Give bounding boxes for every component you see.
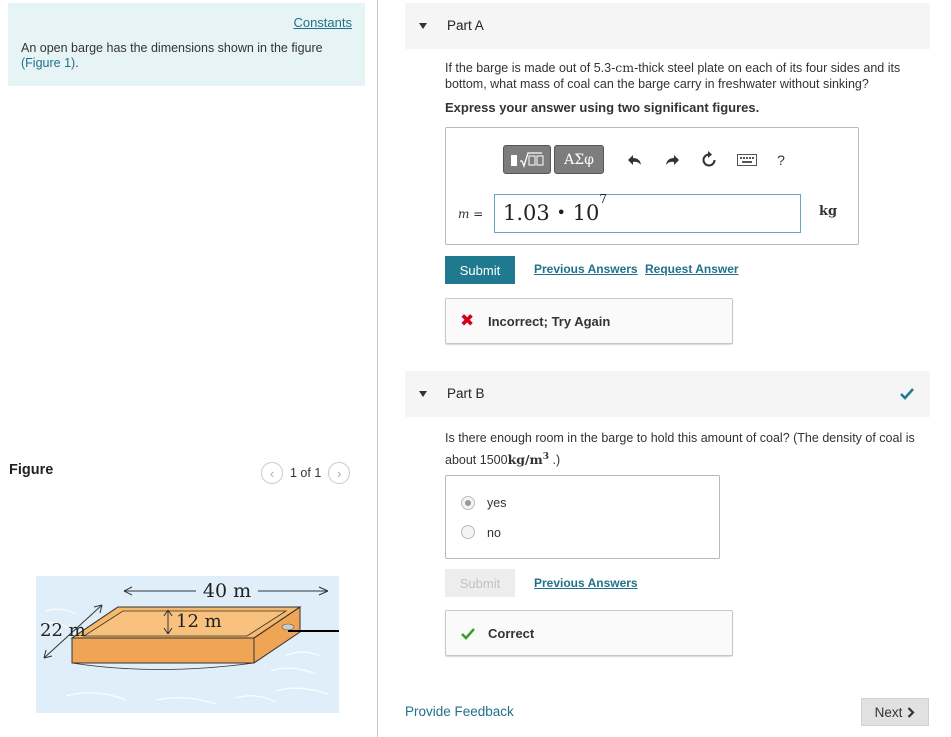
figure-pager: ‹ 1 of 1 › — [261, 462, 351, 484]
part-a-feedback: ✖ Incorrect; Try Again — [445, 298, 733, 344]
next-label: Next — [874, 704, 903, 720]
provide-feedback-link[interactable]: Provide Feedback — [405, 704, 514, 719]
multiple-choice-box: yes no — [445, 475, 720, 559]
part-b-question: Is there enough room in the barge to hol… — [445, 429, 925, 470]
collapse-triangle-icon[interactable] — [419, 391, 427, 397]
part-b-question-exponent: 3 — [542, 452, 550, 462]
left-panel: Constants An open barge has the dimensio… — [0, 0, 378, 737]
math-toolbar: ΑΣφ ? — [503, 145, 792, 174]
figure-link[interactable]: (Figure 1) — [21, 56, 75, 70]
part-a-submit-button[interactable]: Submit — [445, 256, 515, 284]
next-figure-button[interactable]: › — [328, 462, 351, 484]
help-icon[interactable]: ? — [770, 149, 792, 171]
variable-name: m — [458, 207, 470, 221]
unit-label: kg — [819, 204, 838, 219]
intro-text: An open barge has the dimensions shown i… — [21, 41, 356, 71]
part-a-question-start: If the barge is made out of 5.3- — [445, 61, 616, 75]
keyboard-icon[interactable] — [736, 149, 758, 171]
part-a-question: If the barge is made out of 5.3-cm-thick… — [445, 60, 925, 92]
length-label: 40 m — [203, 580, 251, 602]
barge-figure: 40 m 12 m 22 m — [36, 576, 339, 713]
part-a-label: Part A — [447, 18, 484, 33]
equals-sign: = — [473, 207, 484, 221]
answer-base: 10 — [572, 201, 600, 225]
constants-link[interactable]: Constants — [293, 15, 352, 30]
greek-symbols-button[interactable]: ΑΣφ — [554, 145, 604, 174]
radio-no[interactable] — [461, 525, 475, 539]
chevron-right-icon — [908, 706, 915, 718]
next-button[interactable]: Next — [861, 698, 929, 726]
part-a-header[interactable]: Part A — [405, 3, 930, 49]
part-b-previous-answers-link[interactable]: Previous Answers — [534, 576, 638, 590]
answer-exponent: 7 — [599, 192, 607, 206]
templates-button[interactable] — [503, 145, 551, 174]
undo-icon[interactable] — [624, 149, 646, 171]
redo-icon[interactable] — [661, 149, 683, 171]
option-no-label: no — [487, 526, 501, 540]
part-b-question-unit: kg/m — [507, 452, 543, 468]
templates-icon — [511, 151, 544, 168]
part-a-question-unit: cm — [615, 60, 635, 75]
part-b-label: Part B — [447, 386, 485, 401]
height-label: 12 m — [176, 611, 222, 632]
part-b-feedback: Correct — [445, 610, 733, 656]
part-a-feedback-text: Incorrect; Try Again — [488, 314, 611, 329]
answer-times: • — [556, 203, 566, 222]
barge-diagram: 40 m 12 m 22 m — [40, 580, 339, 705]
part-a-instruction: Express your answer using two significan… — [445, 100, 760, 115]
answer-box: ΑΣφ ? m = 1.03 • 107 kg — [445, 127, 859, 245]
collapse-triangle-icon[interactable] — [419, 23, 427, 29]
intro-end: . — [75, 56, 79, 70]
answer-input[interactable]: 1.03 • 107 — [494, 192, 801, 233]
correct-checkmark-icon — [461, 628, 475, 640]
part-b-feedback-text: Correct — [488, 626, 535, 641]
intro-sentence: An open barge has the dimensions shown i… — [21, 41, 323, 55]
intro-box: Constants An open barge has the dimensio… — [8, 3, 365, 86]
part-b-submit-button[interactable]: Submit — [445, 569, 515, 597]
incorrect-x-icon: ✖ — [460, 311, 475, 330]
figure-title: Figure — [9, 462, 54, 478]
width-label: 22 m — [40, 620, 86, 641]
radio-yes[interactable] — [461, 496, 475, 510]
pager-text: 1 of 1 — [290, 466, 322, 480]
part-b-question-end: .) — [552, 453, 561, 468]
answer-mantissa: 1.03 — [503, 201, 550, 225]
prev-figure-button[interactable]: ‹ — [261, 462, 283, 484]
part-a-previous-answers-link[interactable]: Previous Answers — [534, 262, 638, 276]
request-answer-link[interactable]: Request Answer — [645, 262, 739, 276]
option-yes-label: yes — [487, 496, 507, 510]
reset-icon[interactable] — [698, 149, 720, 171]
variable-label: m = — [458, 207, 483, 221]
complete-checkmark-icon — [900, 388, 914, 400]
part-b-header[interactable]: Part B — [405, 371, 930, 417]
